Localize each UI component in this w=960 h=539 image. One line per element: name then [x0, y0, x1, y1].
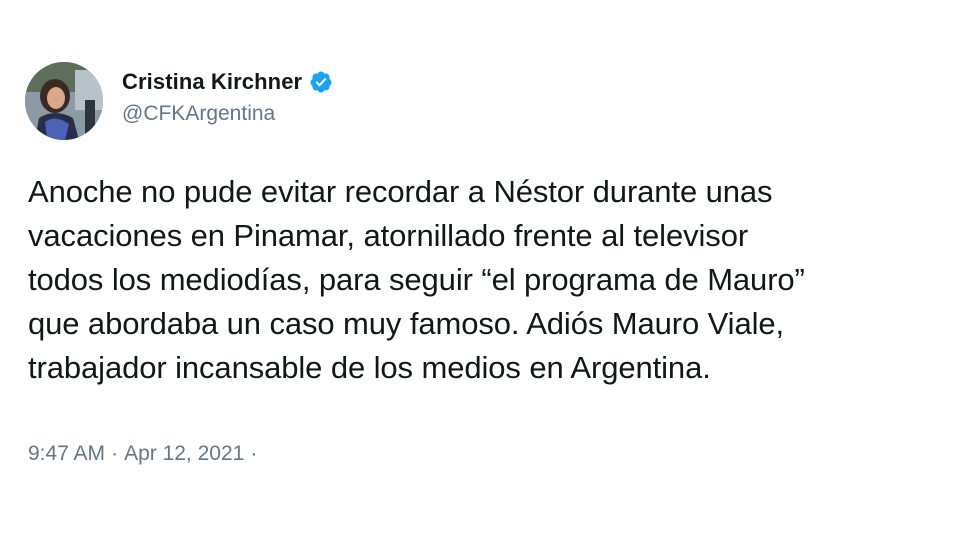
author-name[interactable]: Cristina Kirchner — [122, 69, 302, 95]
tweet-text-line: que abordaba un caso muy famoso. Adiós M… — [28, 306, 785, 341]
tweet-timestamp: 9:47 AM · Apr 12, 2021 · — [28, 442, 263, 466]
tweet-text: Anoche no pude evitar recordar a Néstor … — [28, 170, 928, 390]
author-handle[interactable]: @CFKArgentina — [122, 102, 333, 126]
tweet-text-line: todos los mediodías, para seguir “el pro… — [28, 262, 805, 297]
tweet-text-line: vacaciones en Pinamar, atornillado frent… — [28, 218, 749, 253]
avatar[interactable] — [25, 62, 103, 140]
avatar-photo — [25, 62, 103, 140]
meta-separator: · — [111, 442, 119, 465]
meta-separator-trailing: · — [250, 442, 258, 465]
name-row: Cristina Kirchner — [122, 66, 333, 98]
tweet-date[interactable]: Apr 12, 2021 — [124, 442, 244, 465]
tweet-text-line: Anoche no pude evitar recordar a Néstor … — [28, 174, 773, 209]
author-block: Cristina Kirchner @CFKArgentina — [122, 66, 333, 126]
tweet-card: Cristina Kirchner @CFKArgentina Anoche n… — [0, 0, 960, 539]
tweet-text-line: trabajador incansable de los medios en A… — [28, 350, 711, 385]
verified-badge-icon — [309, 70, 333, 94]
tweet-time[interactable]: 9:47 AM — [28, 442, 105, 465]
